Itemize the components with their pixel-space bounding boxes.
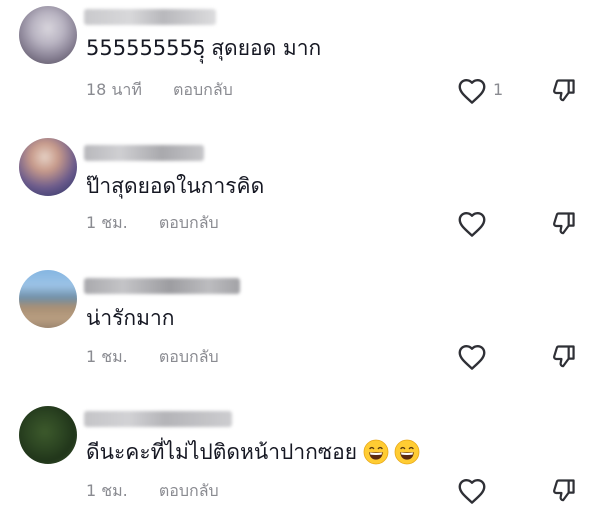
avatar[interactable]: [19, 406, 77, 464]
comment-item: 555555555ฺุ สุดยอด มาก 18 นาที ตอบกลับ 1: [0, 0, 600, 132]
heart-icon[interactable]: [457, 77, 487, 105]
reply-button[interactable]: ตอบกลับ: [159, 346, 219, 368]
comment-text-body: ดีนะคะที่ไม่ไปติดหน้าปากซอย: [86, 440, 358, 464]
username-blurred[interactable]: [84, 145, 204, 161]
heart-icon[interactable]: [457, 343, 487, 371]
comment-time: 1 ชม.: [86, 347, 128, 366]
comment-text: ป๊าสุดยอดในการคิด: [86, 174, 265, 198]
comment-item: ป๊าสุดยอดในการคิด 1 ชม. ตอบกลับ: [0, 132, 600, 264]
username-blurred[interactable]: [84, 278, 240, 294]
comment-text: 555555555ฺุ สุดยอด มาก: [86, 36, 322, 60]
reply-button[interactable]: ตอบกลับ: [159, 480, 219, 502]
comment-meta: 1 ชม. ตอบกลับ: [86, 212, 219, 234]
comment-time: 1 ชม.: [86, 213, 128, 232]
thumbs-down-icon[interactable]: [550, 343, 578, 371]
comment-meta: 1 ชม. ตอบกลับ: [86, 346, 219, 368]
comment-time: 18 นาที: [86, 80, 142, 99]
thumbs-down-icon[interactable]: [550, 210, 578, 238]
avatar[interactable]: [19, 6, 77, 64]
comment-meta: 18 นาที ตอบกลับ: [86, 79, 233, 101]
avatar[interactable]: [19, 138, 77, 196]
comment-item: ดีนะคะที่ไม่ไปติดหน้าปากซอย 1 ชม. ตอบกลั…: [0, 400, 600, 532]
comment-text: ดีนะคะที่ไม่ไปติดหน้าปากซอย: [86, 438, 420, 466]
username-blurred[interactable]: [84, 9, 216, 25]
heart-icon[interactable]: [457, 477, 487, 505]
thumbs-down-icon[interactable]: [550, 77, 578, 105]
avatar[interactable]: [19, 270, 77, 328]
comment-meta: 1 ชม. ตอบกลับ: [86, 480, 219, 502]
grinning-face-emoji: [363, 439, 389, 465]
username-blurred[interactable]: [84, 411, 232, 427]
thumbs-down-icon[interactable]: [550, 477, 578, 505]
grinning-face-emoji: [394, 439, 420, 465]
comment-text: น่ารักมาก: [86, 306, 175, 330]
like-count: 1: [493, 80, 504, 99]
comment-time: 1 ชม.: [86, 481, 128, 500]
heart-icon[interactable]: [457, 210, 487, 238]
comment-item: น่ารักมาก 1 ชม. ตอบกลับ: [0, 266, 600, 398]
reply-button[interactable]: ตอบกลับ: [173, 79, 233, 101]
reply-button[interactable]: ตอบกลับ: [159, 212, 219, 234]
